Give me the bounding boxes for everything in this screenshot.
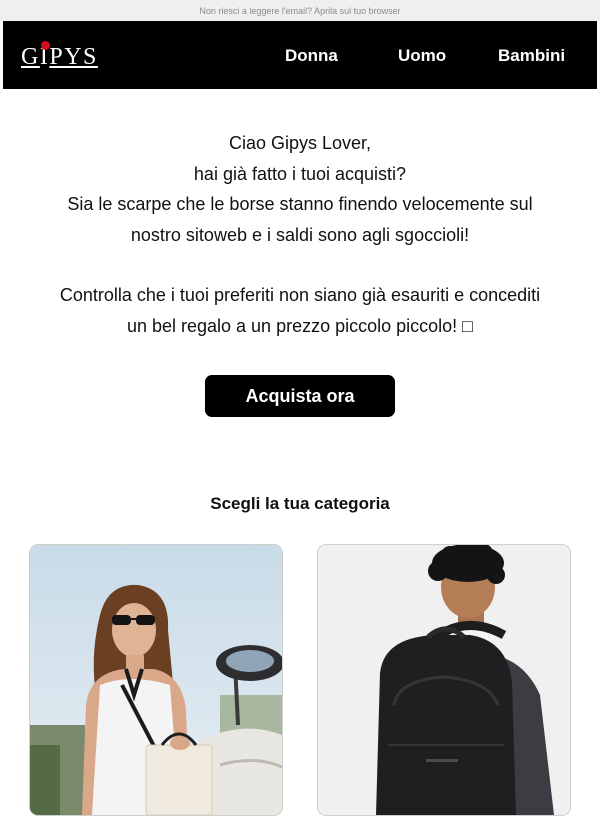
woman-with-bag-photo bbox=[30, 545, 282, 815]
man-with-backpack-photo bbox=[318, 545, 570, 815]
logo-red-dot bbox=[40, 41, 50, 50]
category-card-donna[interactable] bbox=[29, 544, 283, 816]
acquista-ora-button[interactable]: Acquista ora bbox=[205, 375, 395, 417]
intro-line: un bel regalo a un prezzo piccolo piccol… bbox=[126, 315, 474, 336]
nav-uomo[interactable]: Uomo bbox=[398, 46, 446, 66]
preheader: Non riesci a leggere l'email? Aprila sul… bbox=[0, 0, 600, 21]
intro-line: hai già fatto i tuoi acquisti? bbox=[193, 163, 407, 184]
intro-line: Controlla che i tuoi preferiti non siano… bbox=[59, 285, 541, 305]
intro-text: Ciao Gipys Lover, hai già fatto i tuoi a… bbox=[0, 128, 600, 341]
category-section-title: Scegli la tua categoria bbox=[210, 494, 390, 513]
intro-line: nostro sitoweb e i saldi sono agli sgocc… bbox=[130, 224, 470, 245]
gipys-logo[interactable]: GI PYS bbox=[21, 41, 98, 71]
view-in-browser-link[interactable]: Non riesci a leggere l'email? Aprila sul… bbox=[199, 6, 400, 16]
nav-donna[interactable]: Donna bbox=[285, 46, 338, 66]
intro-line: Sia le scarpe che le borse stanno finend… bbox=[67, 194, 533, 214]
nav-bambini[interactable]: Bambini bbox=[498, 46, 565, 66]
category-card-uomo[interactable] bbox=[317, 544, 571, 816]
intro-line: Ciao Gipys Lover, bbox=[228, 133, 372, 153]
header-bar: GI PYS Donna Uomo Bambini bbox=[3, 21, 597, 89]
